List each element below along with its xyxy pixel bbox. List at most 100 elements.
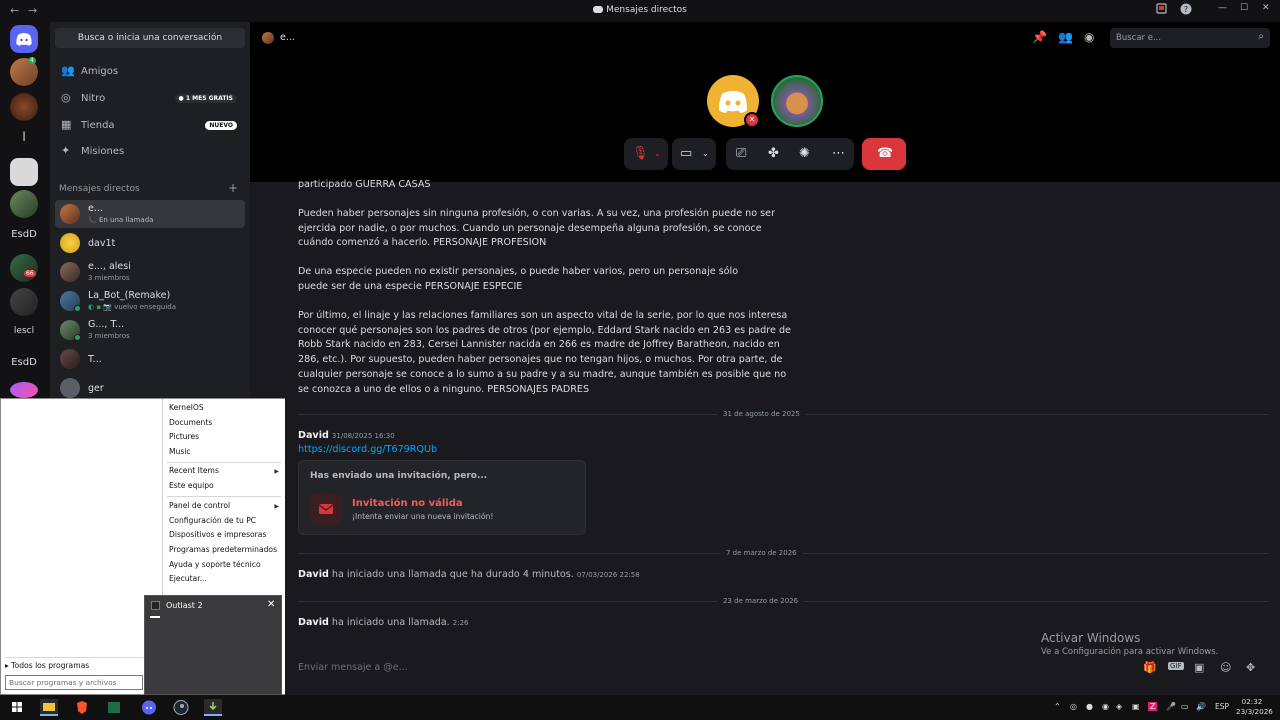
server-text-4[interactable]: EsdD xyxy=(0,357,48,368)
start-search-input[interactable]: Buscar programas y archivos xyxy=(5,675,143,690)
avatar xyxy=(60,349,80,369)
gif-icon[interactable]: GIF xyxy=(1168,662,1184,670)
windows-start-icon[interactable] xyxy=(8,699,26,716)
pin-icon[interactable]: 📌 xyxy=(1032,30,1047,44)
author-name[interactable]: David xyxy=(298,430,329,441)
avatar xyxy=(60,204,80,224)
volume-icon[interactable]: 🔊 xyxy=(1196,702,1206,711)
soundboard-icon[interactable]: ✺ xyxy=(799,146,810,161)
server-avatar-3[interactable] xyxy=(10,158,38,186)
close-icon[interactable]: ✕ xyxy=(267,599,275,610)
brave-browser-icon[interactable] xyxy=(73,699,91,716)
author-name[interactable]: David xyxy=(298,569,329,580)
muted-mic-icon: ✕ xyxy=(744,112,760,128)
steam-icon[interactable] xyxy=(172,699,190,716)
start-item-computer[interactable]: Este equipo xyxy=(169,481,214,490)
window-title: Mensajes directos xyxy=(0,5,1280,15)
online-status-dot xyxy=(74,305,81,312)
tray-app-icon[interactable]: ◎ xyxy=(1070,702,1077,711)
message-composer[interactable]: Enviar mensaje a @e... 🎁 GIF ▣ ☺ ✥ xyxy=(288,656,1273,682)
add-friends-icon[interactable]: 👥 xyxy=(1058,30,1073,44)
server-avatar-7[interactable] xyxy=(10,382,38,398)
dm-name: T... xyxy=(88,354,102,365)
server-avatar-4[interactable] xyxy=(10,190,38,218)
start-item-help[interactable]: Ayuda y soporte técnico xyxy=(169,560,261,569)
tray-app-icon[interactable]: ● xyxy=(1086,702,1093,711)
server-text-2[interactable]: EsdD xyxy=(0,229,48,240)
dm-status: 📞 En una llamada xyxy=(88,216,154,224)
tray-discord-icon[interactable]: ◉ xyxy=(1102,702,1109,711)
server-avatar-6[interactable] xyxy=(10,288,38,316)
start-item-documents[interactable]: Documents xyxy=(169,418,212,427)
nav-friends[interactable]: 👥 Amigos xyxy=(55,60,245,84)
invite-link[interactable]: https://discord.gg/T679RQUb xyxy=(298,444,437,455)
discord-home-icon[interactable] xyxy=(10,25,38,53)
excel-icon[interactable] xyxy=(105,699,123,716)
discord-taskbar-icon[interactable] xyxy=(140,699,158,716)
start-item-recent[interactable]: Recent Items xyxy=(169,466,219,475)
start-item-kernelos[interactable]: KernelOS xyxy=(169,403,204,412)
nav-nitro[interactable]: ◎ Nitro ● 1 MES GRATIS xyxy=(55,87,245,111)
mute-toggle-button[interactable]: 🎙 ⌄ xyxy=(624,138,668,170)
start-item-pictures[interactable]: Pictures xyxy=(169,432,199,441)
composer-placeholder: Enviar mensaje a @e... xyxy=(298,662,408,673)
participant-avatar-peer[interactable] xyxy=(771,75,823,127)
dm-item[interactable]: T... xyxy=(55,345,245,373)
conversation-search-button[interactable]: Busca o inicia una conversación xyxy=(55,28,245,48)
server-text-3[interactable]: lescl xyxy=(0,326,48,336)
more-options-icon[interactable]: ⋯ xyxy=(832,146,845,161)
maximize-button[interactable]: ☐ xyxy=(1240,3,1248,13)
all-programs-item[interactable]: ▸ Todos los programas xyxy=(5,661,89,670)
start-item-default-programs[interactable]: Programas predeterminados xyxy=(169,545,277,554)
close-button[interactable]: ✕ xyxy=(1262,3,1270,13)
dm-name: e... xyxy=(88,203,103,214)
language-indicator[interactable]: ESP xyxy=(1215,702,1229,711)
dm-item[interactable]: dav1t xyxy=(55,229,245,257)
emoji-icon[interactable]: ☺ xyxy=(1220,661,1231,674)
invite-title: Invitación no válida xyxy=(352,498,463,509)
dm-item-active[interactable]: e... 📞 En una llamada xyxy=(55,200,245,228)
dm-item[interactable]: La_Bot_(Remake) ◐ ▪ 📷 vuelvo enseguida xyxy=(55,287,245,315)
apps-icon[interactable]: ✥ xyxy=(1246,661,1255,674)
message-text: De una especie pueden no existir persona… xyxy=(298,266,739,292)
sticker-icon[interactable]: ▣ xyxy=(1194,661,1204,674)
dm-item[interactable]: e..., alesi 3 miembros xyxy=(55,258,245,286)
start-item-devices[interactable]: Dispositivos e impresoras xyxy=(169,530,266,539)
tray-steam-icon[interactable]: ◈ xyxy=(1116,702,1122,711)
download-app-icon[interactable] xyxy=(204,699,222,716)
nav-quests[interactable]: ✦ Misiones xyxy=(55,140,245,164)
microphone-icon[interactable]: 🎤 xyxy=(1166,702,1176,711)
search-input[interactable]: Buscar e... ⌕ xyxy=(1110,28,1270,48)
message-text: Por último, el linaje y las relaciones f… xyxy=(298,310,791,395)
inbox-icon[interactable] xyxy=(1156,3,1167,17)
dm-item[interactable]: G..., T... 3 miembros xyxy=(55,316,245,344)
network-icon[interactable]: ▭ xyxy=(1181,702,1189,711)
server-avatar-5[interactable] xyxy=(10,254,38,282)
tray-app-icon[interactable]: Z xyxy=(1148,702,1158,711)
gift-icon[interactable]: 🎁 xyxy=(1143,661,1157,674)
clock[interactable]: 02:32 23/3/2026 xyxy=(1236,697,1273,717)
invalid-invite-icon xyxy=(310,493,342,525)
leave-call-button[interactable]: ☎ xyxy=(862,138,906,170)
server-text-1[interactable]: l xyxy=(0,130,48,144)
nav-shop[interactable]: ▦ Tienda NUEVO xyxy=(55,114,245,138)
tray-chevron-icon[interactable]: ⌃ xyxy=(1054,702,1061,711)
start-item-music[interactable]: Music xyxy=(169,447,191,456)
start-item-pc-settings[interactable]: Configuración de tu PC xyxy=(169,516,256,525)
file-explorer-icon[interactable] xyxy=(40,699,58,716)
profile-icon[interactable]: ◉ xyxy=(1084,30,1094,44)
create-dm-icon[interactable]: + xyxy=(228,181,238,195)
server-avatar-2[interactable] xyxy=(10,93,38,121)
invite-subtitle: ¡Intenta enviar una nueva invitación! xyxy=(352,512,494,521)
screen-share-icon[interactable]: ⎚ xyxy=(736,146,746,161)
tray-app-icon[interactable]: ▣ xyxy=(1132,702,1140,711)
search-icon: ⌕ xyxy=(1258,31,1264,42)
author-name[interactable]: David xyxy=(298,617,329,628)
camera-toggle-button[interactable]: ▭ ⌄ xyxy=(672,138,716,170)
start-item-run[interactable]: Ejecutar... xyxy=(169,574,207,583)
help-icon[interactable]: ? xyxy=(1180,3,1192,18)
activities-icon[interactable]: ✤ xyxy=(768,146,779,161)
minimize-button[interactable]: — xyxy=(1218,3,1227,13)
taskbar-thumbnail[interactable]: Outlast 2 ✕ xyxy=(144,595,282,695)
start-item-control-panel[interactable]: Panel de control xyxy=(169,501,230,510)
